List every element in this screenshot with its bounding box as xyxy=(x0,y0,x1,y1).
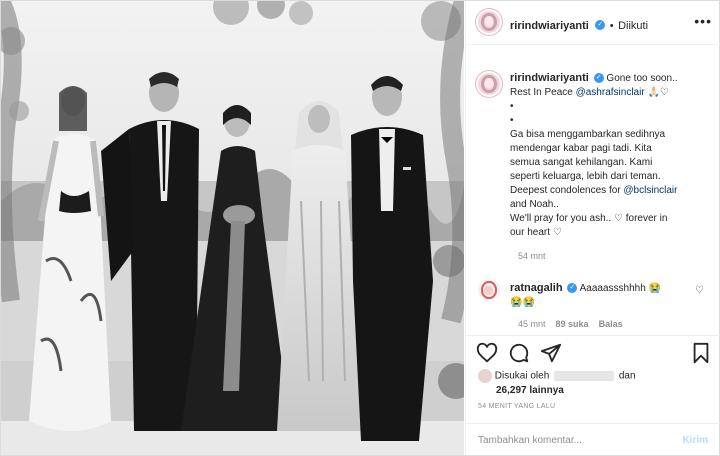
caption-time[interactable]: 54 mnt xyxy=(518,251,546,261)
heart-outline-emoji: ♡ xyxy=(659,87,669,98)
action-bar xyxy=(466,335,720,370)
commenter-avatar[interactable] xyxy=(478,279,500,301)
verified-badge-icon: ✓ xyxy=(567,283,578,294)
likes-summary: Disukai oleh dan 26,297 lainnya xyxy=(478,369,718,396)
caption-line-13: our heart xyxy=(510,227,551,238)
caption-line-11: We'll pray for you ash.. xyxy=(510,213,612,224)
caption-line-8: seperti keluarga, lebih dari teman. xyxy=(510,171,661,182)
verified-badge-icon: ✓ xyxy=(595,19,606,30)
praying-hands-emoji: 🙏🏻 xyxy=(647,87,660,98)
post-header: ririndwiariyanti ✓ • Diikuti ••• xyxy=(466,1,720,45)
comment-like-icon[interactable]: ♡ xyxy=(695,285,704,296)
comment-meta: 45 mnt 89 suka Balas xyxy=(518,319,623,329)
comments-section: ririndwiariyanti ✓ Gone too soon.. Rest … xyxy=(466,45,720,335)
caption-line-5: Ga bisa menggambarkan sedihnya xyxy=(510,129,666,140)
comment-likes[interactable]: 89 suka xyxy=(556,319,589,329)
caption-line-10: and Noah.. xyxy=(510,199,559,210)
header-user-line: ririndwiariyanti ✓ • Diikuti xyxy=(510,16,648,34)
share-icon[interactable] xyxy=(540,342,562,364)
mention-link[interactable]: @bclsinclair xyxy=(623,185,677,196)
liked-by-prefix: Disukai oleh xyxy=(494,370,550,382)
caption-line-2: Rest In Peace xyxy=(510,87,573,98)
caption-line-1: Gone too soon.. xyxy=(606,73,678,84)
heart-icon[interactable] xyxy=(476,342,498,364)
caption-line-7: semua sangat kehilangan. Kami xyxy=(510,157,653,168)
comment-icon[interactable] xyxy=(508,342,530,364)
post-photo[interactable] xyxy=(1,1,464,455)
caption-line-9: Deepest condolences for xyxy=(510,185,621,196)
crying-emoji: 😭 xyxy=(648,283,661,294)
caption-line-12: forever in xyxy=(625,213,668,224)
instagram-post: ririndwiariyanti ✓ • Diikuti ••• ririndw… xyxy=(0,0,720,456)
follow-status-button[interactable]: Diikuti xyxy=(618,20,648,32)
send-comment-button[interactable]: Kirim xyxy=(682,435,708,446)
caption-line-4: • xyxy=(510,115,514,126)
redacted-username xyxy=(554,371,615,381)
caption-line-6: mendengar kabar pagi tadi. Kita xyxy=(510,143,652,154)
crying-emoji: 😭😭 xyxy=(510,297,535,308)
comment-text: Aaaaassshhhh xyxy=(579,283,646,294)
reply-button[interactable]: Balas xyxy=(599,319,623,329)
caption: ririndwiariyanti ✓ Gone too soon.. Rest … xyxy=(510,71,710,240)
post-photo-graphic xyxy=(1,1,464,455)
post-timestamp[interactable]: 54 MENIT YANG LALU xyxy=(478,403,555,410)
caption-line-3: • xyxy=(510,101,514,112)
heart-outline-emoji: ♡ xyxy=(552,227,562,238)
more-options-icon[interactable]: ••• xyxy=(694,13,712,29)
heart-outline-emoji: ♡ xyxy=(614,213,623,224)
verified-badge-icon: ✓ xyxy=(593,73,604,84)
caption-username[interactable]: ririndwiariyanti xyxy=(510,72,589,84)
comment: ratnagalih ✓ Aaaaassshhhh 😭 😭😭 xyxy=(510,281,690,310)
caption-avatar[interactable] xyxy=(478,73,500,95)
liker-avatar[interactable] xyxy=(478,369,492,383)
header-dot: • xyxy=(609,20,614,32)
add-comment-bar: Tambahkan komentar... Kirim xyxy=(466,423,720,456)
comment-time[interactable]: 45 mnt xyxy=(518,319,546,329)
mention-link[interactable]: @ashrafsinclair xyxy=(576,87,645,98)
author-avatar[interactable] xyxy=(478,11,500,33)
likes-count[interactable]: 26,297 lainnya xyxy=(496,385,718,396)
bookmark-icon[interactable] xyxy=(690,342,712,364)
header-username[interactable]: ririndwiariyanti xyxy=(510,20,589,32)
liked-by-suffix: dan xyxy=(618,370,636,382)
post-sidebar: ririndwiariyanti ✓ • Diikuti ••• ririndw… xyxy=(465,1,720,455)
comment-username[interactable]: ratnagalih xyxy=(510,282,563,294)
comment-input[interactable]: Tambahkan komentar... xyxy=(478,435,582,446)
